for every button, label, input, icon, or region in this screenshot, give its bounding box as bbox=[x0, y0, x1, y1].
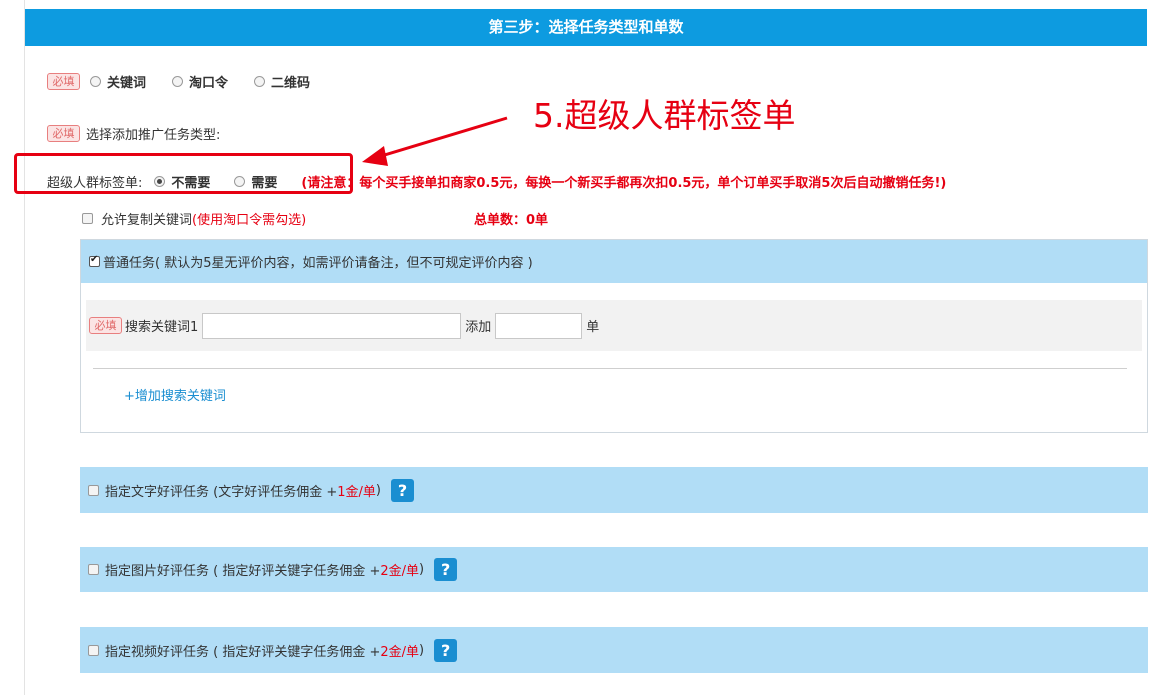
option-suffix: ) bbox=[419, 562, 425, 577]
search-keyword-row: 必填 搜索关键词1 添加 单 bbox=[86, 300, 1142, 351]
required-badge: 必填 bbox=[89, 317, 122, 334]
radio-checked-icon[interactable] bbox=[154, 176, 166, 187]
crowd-tag-row: 超级人群标签单: 不需要 需要 (请注意：每个买手接单扣商家0.5元，每换一个新… bbox=[47, 172, 950, 191]
copy-keyword-hint: (使用淘口令需勾选) bbox=[192, 213, 307, 228]
option-label: 不需要 bbox=[171, 176, 211, 191]
search-keyword-label: 搜索关键词1 bbox=[125, 320, 199, 335]
image-review-checkbox[interactable] bbox=[88, 564, 99, 575]
add-keyword-link[interactable]: +增加搜索关键词 bbox=[124, 385, 226, 404]
text-review-option: 指定文字好评任务 (文字好评任务佣金 + 1金/单 ) ? bbox=[80, 467, 1148, 513]
help-icon[interactable]: ? bbox=[434, 558, 458, 581]
crowd-tag-label: 超级人群标签单: bbox=[47, 176, 143, 191]
option-label: 需要 bbox=[251, 176, 278, 191]
crowd-tag-option-no[interactable]: 不需要 bbox=[154, 172, 210, 191]
normal-task-label: 普通任务( 默认为5星无评价内容，如需评价请备注，但不可规定评价内容 ) bbox=[103, 256, 533, 271]
option-suffix: ) bbox=[375, 482, 381, 498]
normal-task-header: 普通任务( 默认为5星无评价内容，如需评价请备注，但不可规定评价内容 ) bbox=[81, 240, 1147, 283]
search-keyword-input[interactable] bbox=[202, 312, 462, 339]
radio-icon[interactable] bbox=[234, 176, 246, 187]
crowd-tag-option-yes[interactable]: 需要 bbox=[234, 172, 277, 191]
image-review-option: 指定图片好评任务 ( 指定好评关键字任务佣金 + 2金/单 ) ? bbox=[80, 547, 1148, 592]
option-label: 指定文字好评任务 (文字好评任务佣金 + bbox=[105, 484, 338, 500]
option-label: 指定图片好评任务 ( 指定好评关键字任务佣金 + bbox=[105, 564, 381, 579]
crowd-tag-note: (请注意：每个买手接单扣商家0.5元，每换一个新买手都再次扣0.5元，单个订单买… bbox=[301, 176, 947, 191]
help-icon[interactable]: ? bbox=[390, 478, 414, 502]
total-orders: 总单数：0单 bbox=[474, 213, 549, 228]
option-amount: 2金/单 bbox=[380, 564, 420, 579]
text-review-checkbox[interactable] bbox=[88, 484, 99, 496]
option-label: 指定视频好评任务 ( 指定好评关键字任务佣金 + bbox=[105, 644, 381, 660]
option-amount: 1金/单 bbox=[337, 484, 376, 500]
order-count-input[interactable] bbox=[495, 312, 583, 339]
video-review-checkbox[interactable] bbox=[88, 644, 99, 656]
help-icon[interactable]: ? bbox=[434, 638, 458, 662]
normal-task-checkbox[interactable] bbox=[89, 254, 100, 267]
divider bbox=[93, 368, 1127, 369]
video-review-option: 指定视频好评任务 ( 指定好评关键字任务佣金 + 2金/单 ) ? bbox=[80, 627, 1148, 673]
unit-label: 单 bbox=[586, 320, 600, 335]
option-amount: 2金/单 bbox=[380, 644, 420, 660]
add-count-label: 添加 bbox=[465, 320, 492, 335]
copy-keyword-checkbox[interactable] bbox=[82, 213, 93, 224]
option-suffix: ) bbox=[419, 642, 425, 658]
copy-keyword-label: 允许复制关键词 bbox=[101, 213, 193, 228]
copy-keyword-row: 允许复制关键词 (使用淘口令需勾选) bbox=[82, 209, 310, 228]
